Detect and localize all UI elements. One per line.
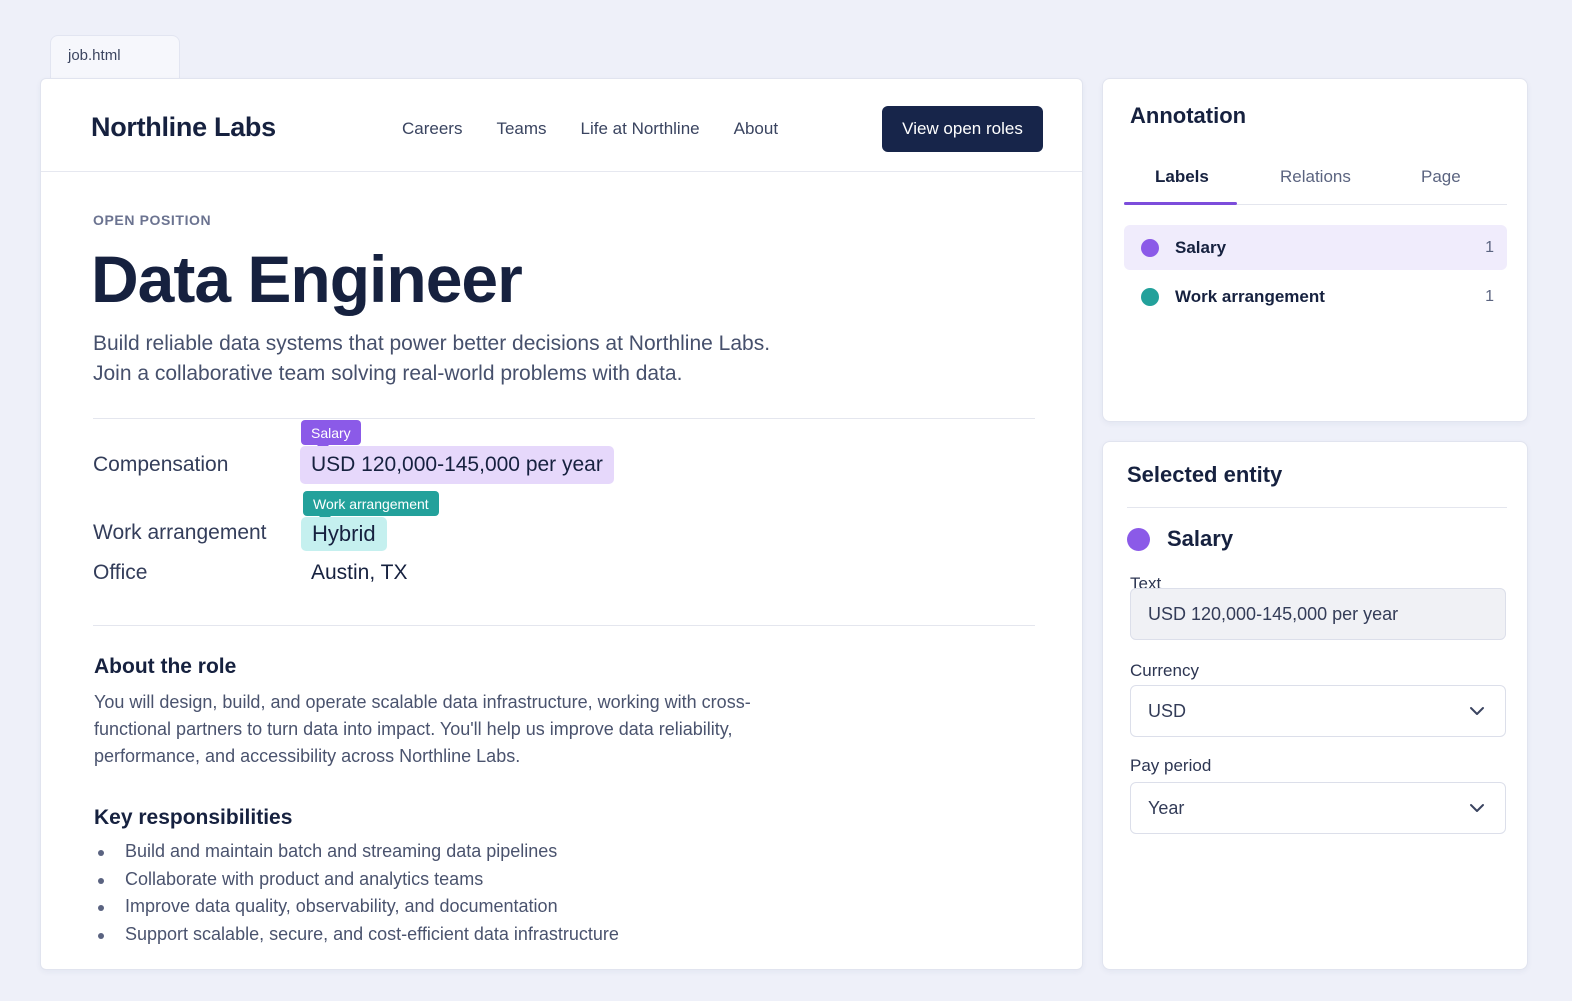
tab-page[interactable]: Page xyxy=(1421,167,1461,187)
label-count: 1 xyxy=(1485,238,1494,256)
selected-entity-panel: Selected entity Salary Text USD 120,000-… xyxy=(1102,441,1528,970)
file-tab[interactable]: job.html xyxy=(50,35,180,81)
nav-teams[interactable]: Teams xyxy=(496,119,546,139)
label-name: Work arrangement xyxy=(1175,286,1325,306)
eyebrow: OPEN POSITION xyxy=(93,212,212,228)
currency-value: USD xyxy=(1148,700,1187,721)
about-text: You will design, build, and operate scal… xyxy=(94,692,751,766)
label-name: Salary xyxy=(1175,237,1227,257)
work-arrangement-label: Work arrangement xyxy=(93,521,267,544)
about-heading: About the role xyxy=(94,655,237,678)
office-value[interactable]: Austin, TX xyxy=(311,561,408,585)
view-open-roles-button[interactable]: View open roles xyxy=(882,106,1043,152)
entity-color-dot xyxy=(1127,527,1150,551)
responsibilities-list: Build and maintain batch and streaming d… xyxy=(96,841,619,951)
pay-period-value: Year xyxy=(1148,797,1185,818)
annotation-tabs: Labels Relations Page xyxy=(1124,159,1507,205)
annotation-panel: Annotation Labels Relations Page Salary … xyxy=(1102,78,1528,422)
nav-careers[interactable]: Careers xyxy=(402,119,462,139)
currency-select[interactable]: USD xyxy=(1130,685,1506,737)
salary-color-dot xyxy=(1141,238,1159,257)
annotation-title: Annotation xyxy=(1130,103,1247,128)
nav-life[interactable]: Life at Northline xyxy=(581,119,700,139)
active-tab-indicator xyxy=(1124,202,1237,205)
compensation-label: Compensation xyxy=(93,453,229,476)
job-title: Data Engineer xyxy=(91,242,523,316)
entity-label: Salary xyxy=(1167,526,1234,551)
selected-entity-title: Selected entity xyxy=(1127,462,1283,487)
site-nav: Careers Teams Life at Northline About xyxy=(402,119,812,139)
tab-relations[interactable]: Relations xyxy=(1280,167,1351,187)
site-header: Northline Labs Careers Teams Life at Nor… xyxy=(41,79,1082,172)
work-arrangement-highlight[interactable]: Hybrid xyxy=(301,517,387,551)
label-row-salary[interactable]: Salary 1 xyxy=(1124,225,1507,270)
tab-labels[interactable]: Labels xyxy=(1155,167,1209,187)
work-arrangement-tag[interactable]: Work arrangement xyxy=(303,491,439,522)
divider xyxy=(1127,507,1507,508)
label-row-work-arrangement[interactable]: Work arrangement 1 xyxy=(1124,274,1507,319)
intro-line: Join a collaborative team solving real-w… xyxy=(93,362,683,385)
divider xyxy=(93,418,1035,419)
text-field[interactable]: USD 120,000-145,000 per year xyxy=(1130,588,1506,640)
list-item: Build and maintain batch and streaming d… xyxy=(96,841,619,869)
pay-period-select[interactable]: Year xyxy=(1130,782,1506,834)
list-item: Improve data quality, observability, and… xyxy=(96,896,619,924)
salary-highlight[interactable]: USD 120,000-145,000 per year xyxy=(300,446,614,484)
nav-about[interactable]: About xyxy=(734,119,778,139)
list-item: Collaborate with product and analytics t… xyxy=(96,869,619,897)
entity-header: Salary xyxy=(1127,526,1233,552)
label-count: 1 xyxy=(1485,287,1494,305)
chevron-down-icon xyxy=(1470,804,1484,812)
chevron-down-icon xyxy=(1470,707,1484,715)
page-preview: Northline Labs Careers Teams Life at Nor… xyxy=(40,78,1083,970)
list-item: Support scalable, secure, and cost-effic… xyxy=(96,924,619,952)
job-intro: Build reliable data systems that power b… xyxy=(93,329,770,389)
currency-label: Currency xyxy=(1130,661,1199,680)
salary-tag[interactable]: Salary xyxy=(301,420,361,451)
brand-logo[interactable]: Northline Labs xyxy=(91,112,276,143)
divider xyxy=(93,625,1035,626)
intro-line: Build reliable data systems that power b… xyxy=(93,332,771,355)
responsibilities-heading: Key responsibilities xyxy=(94,806,293,829)
office-label: Office xyxy=(93,561,148,584)
work-arrangement-color-dot xyxy=(1141,287,1159,306)
pay-period-label: Pay period xyxy=(1130,756,1212,775)
